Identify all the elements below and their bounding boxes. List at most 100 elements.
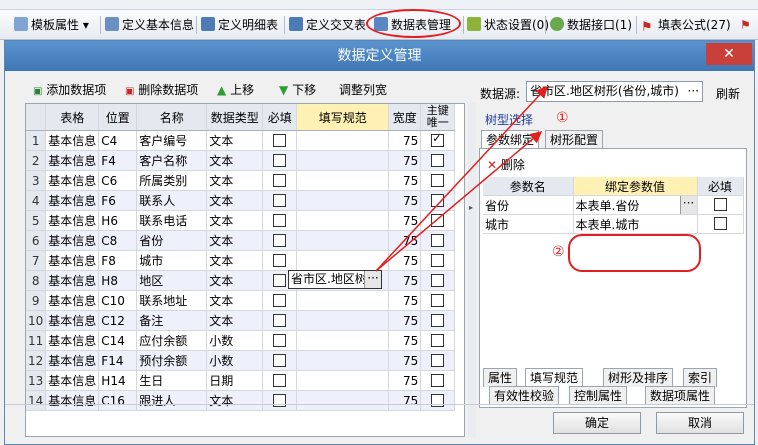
cell-position[interactable]: H14 <box>98 370 138 391</box>
cell-type[interactable]: 文本 <box>206 210 264 231</box>
cell-name[interactable]: 所属类别 <box>136 170 208 191</box>
cell-width[interactable]: 75 <box>388 150 422 171</box>
table-row[interactable]: 3 基本信息 C6 所属类别 文本 75 <box>26 170 456 191</box>
cell-primary-key[interactable] <box>420 270 456 291</box>
param-required-cell[interactable] <box>697 195 744 215</box>
fill-spec-cell-editor[interactable]: 省市区.地区树 ··· <box>288 270 382 289</box>
tab-validation[interactable]: 有效性校验 <box>489 386 560 405</box>
cell-type[interactable]: 文本 <box>206 230 264 251</box>
cell-fill-spec[interactable] <box>296 290 390 311</box>
cell-required[interactable] <box>262 290 298 311</box>
cell-fill-spec[interactable] <box>296 330 390 351</box>
cell-name[interactable]: 城市 <box>136 250 208 271</box>
cell-width[interactable]: 75 <box>388 350 422 371</box>
table-row[interactable]: 1 基本信息 C4 客户编号 文本 75 <box>26 130 456 151</box>
param-row[interactable]: 省份 本表单.省份 ··· <box>483 195 744 215</box>
cell-position[interactable]: C16 <box>98 390 138 411</box>
move-down-button[interactable]: ▼ 下移 <box>279 81 316 98</box>
primary-key-checkbox[interactable] <box>431 293 445 307</box>
cell-fill-spec[interactable] <box>296 190 390 211</box>
tab-control-properties[interactable]: 控制属性 <box>569 386 628 405</box>
cell-primary-key[interactable] <box>420 250 456 271</box>
table-row[interactable]: 9 基本信息 C10 联系地址 文本 75 <box>26 290 456 311</box>
tab-data-item-properties[interactable]: 数据项属性 <box>645 386 716 405</box>
primary-key-checkbox[interactable] <box>431 153 445 167</box>
cell-primary-key[interactable] <box>420 230 456 251</box>
cell-name[interactable]: 备注 <box>136 310 208 331</box>
cell-width[interactable]: 75 <box>388 190 422 211</box>
cell-table[interactable]: 基本信息 <box>45 210 100 231</box>
cell-width[interactable]: 75 <box>388 230 422 251</box>
cell-required[interactable] <box>262 130 298 151</box>
cell-required[interactable] <box>262 250 298 271</box>
table-row[interactable]: 2 基本信息 F4 客户名称 文本 75 <box>26 150 456 171</box>
cell-primary-key[interactable] <box>420 170 456 191</box>
cell-position[interactable]: H8 <box>98 270 138 291</box>
cell-table[interactable]: 基本信息 <box>45 250 100 271</box>
column-header[interactable]: 参数名 <box>483 177 574 196</box>
cell-name[interactable]: 联系电话 <box>136 210 208 231</box>
add-data-item-button[interactable]: ▣ 添加数据项 <box>33 81 106 98</box>
table-row[interactable]: 11 基本信息 C14 应付余额 小数 75 <box>26 330 456 351</box>
cell-required[interactable] <box>262 390 298 411</box>
cell-primary-key[interactable] <box>420 290 456 311</box>
cell-position[interactable]: F4 <box>98 150 138 171</box>
cell-required[interactable] <box>262 350 298 371</box>
status-settings-button[interactable]: 状态设置(0) <box>467 17 549 33</box>
required-checkbox[interactable] <box>273 173 287 187</box>
primary-key-checkbox[interactable] <box>431 193 445 207</box>
panel-splitter[interactable]: ▸ <box>468 103 476 437</box>
table-row[interactable]: 6 基本信息 C8 省份 文本 75 <box>26 230 456 251</box>
cell-name[interactable]: 应付余额 <box>136 330 208 351</box>
cell-table[interactable]: 基本信息 <box>45 170 100 191</box>
cell-fill-spec[interactable] <box>296 130 390 151</box>
required-checkbox[interactable] <box>273 293 287 307</box>
cell-table[interactable]: 基本信息 <box>45 130 100 151</box>
primary-key-checkbox[interactable] <box>431 273 445 287</box>
cell-position[interactable]: C8 <box>98 230 138 251</box>
cell-table[interactable]: 基本信息 <box>45 190 100 211</box>
move-up-button[interactable]: ▲ 上移 <box>217 81 254 98</box>
primary-key-checkbox[interactable] <box>431 313 445 327</box>
cancel-button[interactable]: 取消 <box>656 412 744 434</box>
cell-required[interactable] <box>262 190 298 211</box>
cell-table[interactable]: 基本信息 <box>45 330 100 351</box>
cell-table[interactable]: 基本信息 <box>45 370 100 391</box>
required-checkbox[interactable] <box>713 198 727 211</box>
cell-width[interactable]: 75 <box>388 250 422 271</box>
tab-tree-sort[interactable]: 树形及排序 <box>603 368 674 387</box>
tab-index[interactable]: 索引 <box>683 368 718 387</box>
cell-width[interactable]: 75 <box>388 170 422 191</box>
cell-position[interactable]: C4 <box>98 130 138 151</box>
cell-type[interactable]: 文本 <box>206 250 264 271</box>
cell-required[interactable] <box>262 150 298 171</box>
cell-position[interactable]: F8 <box>98 250 138 271</box>
cell-fill-spec[interactable] <box>296 230 390 251</box>
datasource-field[interactable]: 省市区.地区树形(省份,城市) ··· <box>526 81 703 102</box>
cell-table[interactable]: 基本信息 <box>45 350 100 371</box>
cell-name[interactable]: 联系人 <box>136 190 208 211</box>
cell-type[interactable]: 文本 <box>206 290 264 311</box>
cell-width[interactable]: 75 <box>388 130 422 151</box>
cell-name[interactable]: 生日 <box>136 370 208 391</box>
cell-primary-key[interactable] <box>420 210 456 231</box>
cell-type[interactable]: 文本 <box>206 150 264 171</box>
cell-fill-spec[interactable] <box>296 170 390 191</box>
column-header[interactable]: 数据类型 <box>206 104 264 131</box>
cell-width[interactable]: 75 <box>388 210 422 231</box>
cell-primary-key[interactable] <box>420 150 456 171</box>
cell-required[interactable] <box>262 310 298 331</box>
fill-formula-button[interactable]: ⚑ 填表公式(27) <box>641 17 731 35</box>
column-header[interactable]: 必填 <box>697 177 744 196</box>
required-checkbox[interactable] <box>273 213 287 227</box>
adjust-column-width-button[interactable]: 调整列宽 <box>339 81 387 98</box>
cell-name[interactable]: 预付余额 <box>136 350 208 371</box>
ellipsis-button[interactable]: ··· <box>364 271 381 288</box>
primary-key-checkbox[interactable] <box>431 333 445 347</box>
column-header[interactable]: 主键唯一 <box>420 104 456 131</box>
cell-table[interactable]: 基本信息 <box>45 390 100 411</box>
column-header[interactable]: 位置 <box>98 104 138 131</box>
tab-fill-spec[interactable]: 填写规范 <box>525 368 584 387</box>
cell-position[interactable]: H6 <box>98 210 138 231</box>
close-button[interactable]: ✕ <box>706 43 752 65</box>
